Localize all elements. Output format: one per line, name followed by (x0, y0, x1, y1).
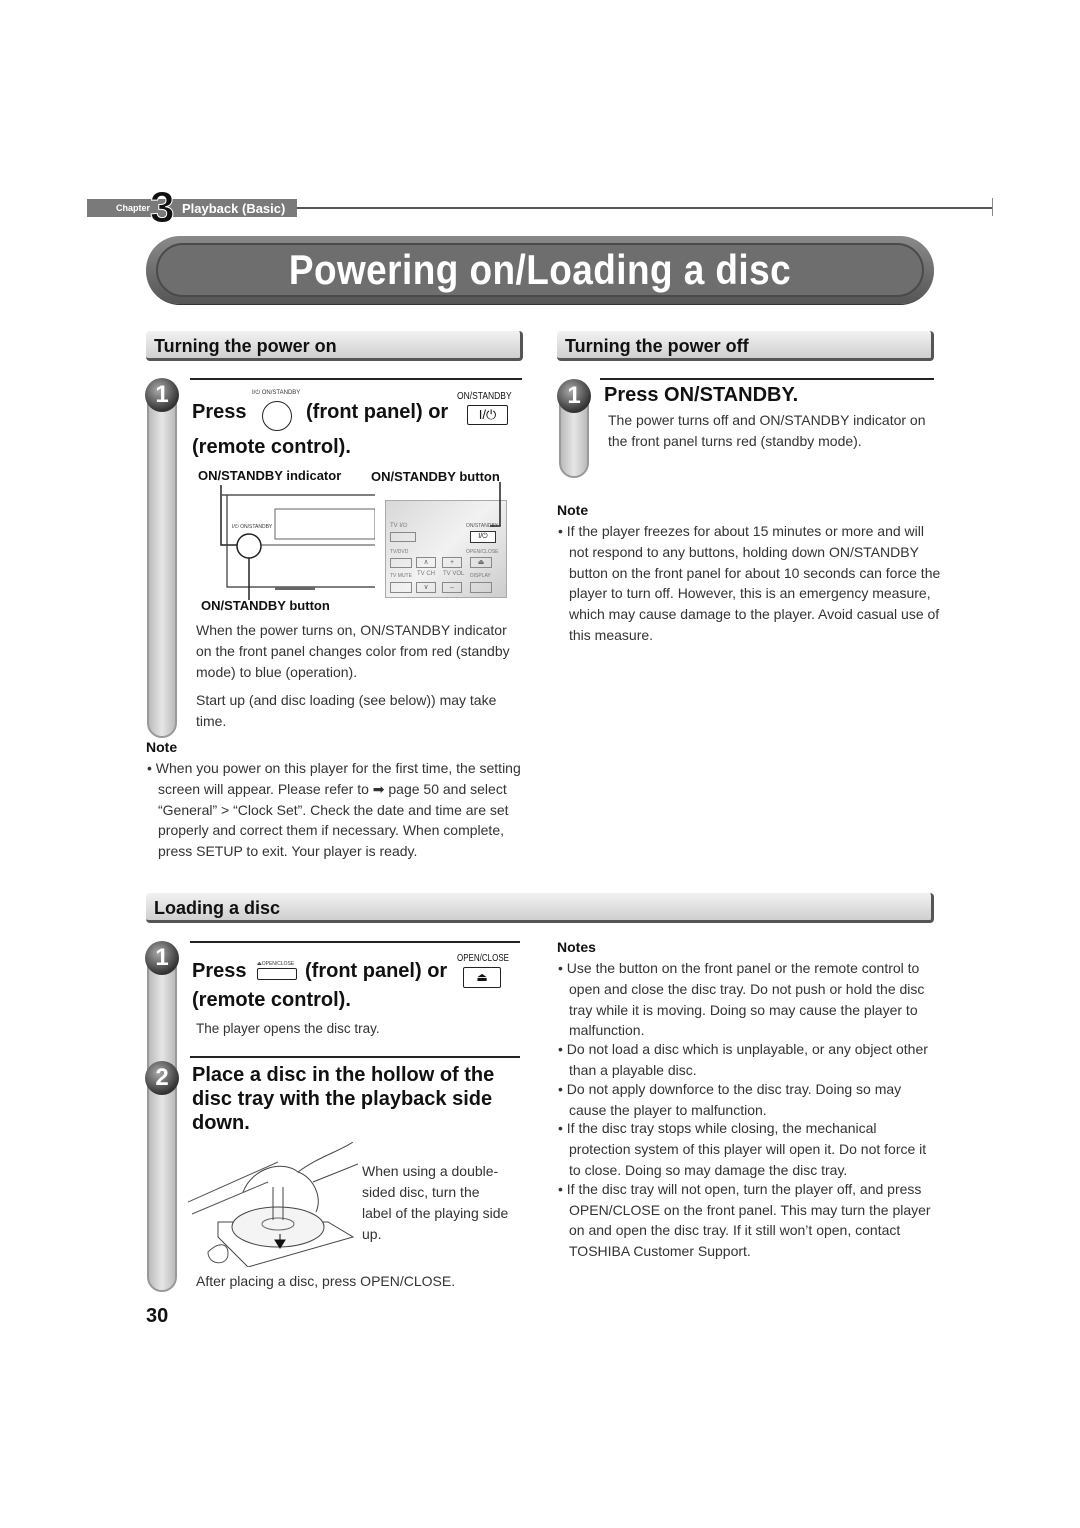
section-title: Loading a disc (154, 898, 281, 918)
step-title-press: Press (192, 960, 247, 982)
panel-standby-button (236, 533, 262, 559)
page-title: Powering on/Loading a disc (288, 246, 792, 293)
step-number-badge: 2 (145, 1061, 179, 1095)
step-rule (600, 378, 934, 380)
remote-key-ch-label: TV CH (417, 571, 435, 577)
disc-tray-illustration (188, 1142, 358, 1267)
label-standby-indicator: ON/STANDBY indicator (198, 468, 342, 483)
remote-key-openclose-label: OPEN/CLOSE (466, 549, 499, 555)
bullet-dot: • (558, 523, 567, 539)
step-number-badge: 1 (145, 941, 179, 975)
note-item: • When you power on this player for the … (147, 758, 528, 862)
step-text: When the power turns on, ON/STANDBY indi… (196, 622, 510, 680)
step-rule (190, 1056, 520, 1058)
step-text: The power turns off and ON/STANDBY indic… (608, 412, 926, 449)
label-remote-standby-button: ON/STANDBY button (371, 469, 500, 484)
note-text: When you power on this player for the fi… (155, 760, 521, 860)
step-title-press: Press (192, 401, 247, 423)
bullet-dot: • (147, 760, 156, 776)
note-heading: Note (146, 739, 178, 755)
step-title: Press ON/STANDBY. (604, 384, 799, 406)
step-text: Start up (and disc loading (see below)) … (196, 692, 497, 729)
remote-key-tvdvd (390, 558, 412, 568)
note-heading: Note (557, 502, 589, 518)
note-item: • If the disc tray will not open, turn t… (558, 1180, 931, 1260)
step-rule (190, 941, 520, 943)
step-title-mid: (front panel) or (305, 960, 448, 982)
note-text: Do not apply downforce to the disc tray.… (566, 1080, 902, 1118)
note-text: If the disc tray will not open, turn the… (566, 1180, 931, 1260)
remote-button-caption: OPEN/CLOSE (457, 953, 510, 964)
step-title-mid: (front panel) or (306, 401, 449, 423)
label-front-standby-button: ON/STANDBY button (201, 598, 330, 613)
section-title: Turning the power on (154, 336, 337, 356)
remote-button-caption: ON/STANDBY (457, 391, 512, 402)
remote-standby-button-icon: I/⏻ (467, 405, 508, 425)
section-header-power-on: Turning the power on (146, 331, 523, 361)
front-button-caption: I/⏻ ON/STANDBY (252, 390, 301, 396)
remote-key-mute-label: TV MUTE (390, 573, 412, 579)
step-number-badge: 1 (557, 379, 591, 413)
remote-key-tvdvd-label: TV/DVD (390, 549, 409, 555)
chapter-label: Chapter (116, 203, 151, 213)
chapter-rule (297, 207, 993, 209)
section-title: Turning the power off (565, 336, 749, 356)
step-title-end: (remote control). (192, 989, 351, 1011)
remote-key-tv-power (390, 532, 416, 542)
remote-key-display (470, 582, 492, 593)
page-number: 30 (146, 1305, 169, 1327)
note-text: If the player freezes for about 15 minut… (566, 523, 941, 643)
step-title-end: (remote control). (192, 436, 351, 458)
front-button-caption: ⏏OPEN/CLOSE (257, 961, 295, 967)
chapter-number: 3 (149, 183, 175, 232)
chapter-rule-end (992, 198, 993, 216)
note-text: Do not load a disc which is unplayable, … (566, 1041, 928, 1078)
section-header-loading: Loading a disc (146, 893, 934, 923)
front-panel-illustration (220, 485, 375, 600)
note-item: • If the disc tray stops while closing, … (558, 1120, 927, 1178)
remote-key-vol-down: – (442, 582, 462, 593)
note-item: • Do not load a disc which is unplayable… (558, 1041, 928, 1078)
remote-key-vol-up: + (442, 557, 462, 568)
step-rail (147, 392, 177, 738)
remote-key-display-label: DISPLAY (470, 573, 491, 579)
note-text: Use the button on the front panel or the… (566, 960, 925, 1039)
remote-key-ch-up: ∧ (416, 557, 436, 568)
remote-key-standby: I/⏻ (470, 531, 496, 543)
remote-key-vol-label: TV VOL (443, 571, 465, 577)
remote-key-tv-power-label: TV I/⏻ (390, 523, 408, 529)
remote-key-ch-down: ∨ (416, 582, 436, 593)
notes-heading: Notes (557, 939, 596, 955)
remote-leader-line (490, 482, 501, 527)
note-item: • Do not apply downforce to the disc tra… (558, 1080, 902, 1118)
step-title: Place a disc in the hollow of the disc t… (192, 1064, 495, 1134)
note-text: If the disc tray stops while closing, th… (566, 1120, 927, 1178)
remote-key-mute (390, 582, 412, 593)
note-item: • If the player freezes for about 15 min… (558, 521, 943, 646)
note-item: • Use the button on the front panel or t… (558, 960, 925, 1039)
panel-caption: I/⏻ ON/STANDBY (232, 524, 273, 530)
step-rail (147, 955, 177, 1292)
notes-list: • Use the button on the front panel or t… (558, 958, 932, 1262)
chapter-title: Playback (Basic) (182, 201, 286, 216)
step-number-badge: 1 (145, 378, 179, 412)
remote-illustration: TV I/⏻ ON/STANDBY I/⏻ TV/DVD OPEN/CLOSE … (385, 500, 507, 598)
indicator-leader-line (220, 485, 238, 546)
remote-eject-button-icon: ⏏ (463, 967, 501, 988)
step-rule (190, 378, 522, 380)
front-standby-button-icon (262, 401, 292, 431)
step-text: The player opens the disc tray. (196, 1021, 380, 1036)
front-openclose-button-icon (257, 968, 297, 980)
display-window (274, 508, 375, 540)
figure-caption: When using a double-sided disc, turn the… (362, 1163, 509, 1242)
step-text: After placing a disc, press OPEN/CLOSE. (196, 1273, 456, 1289)
section-header-power-off: Turning the power off (557, 331, 934, 361)
remote-key-eject: ⏏ (470, 557, 492, 568)
